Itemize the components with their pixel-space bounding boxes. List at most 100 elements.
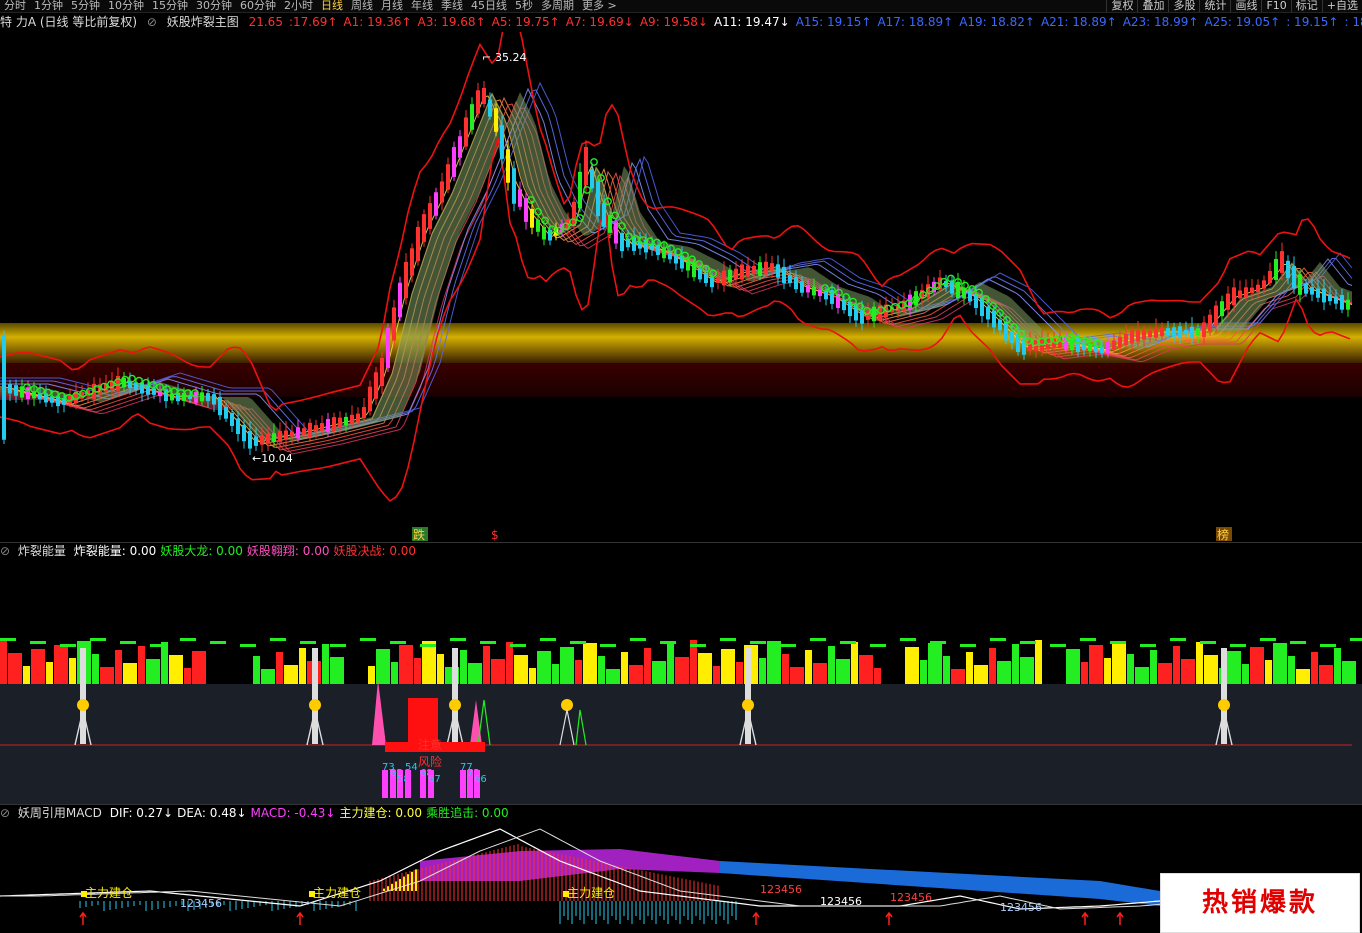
- candle-body: [272, 433, 276, 443]
- period-tab[interactable]: 1分钟: [30, 0, 67, 12]
- candle-body: [842, 299, 846, 311]
- energy-bar: [54, 645, 68, 684]
- energy-bar: [1104, 658, 1111, 684]
- high-price-label: 35.24: [495, 51, 527, 64]
- energy-cap: [300, 641, 316, 644]
- period-tab[interactable]: 分时: [0, 0, 30, 12]
- period-tab[interactable]: 年线: [407, 0, 437, 12]
- energy-cap: [1080, 638, 1096, 641]
- collapse-icon[interactable]: ⊘: [0, 544, 10, 558]
- number-label: 54: [405, 762, 418, 773]
- period-tab[interactable]: 10分钟: [104, 0, 148, 12]
- candle-body: [212, 394, 216, 405]
- candle-body: [230, 413, 234, 426]
- candle-body: [686, 261, 690, 271]
- candle-body: [494, 108, 498, 132]
- candle-body: [476, 90, 480, 114]
- risk-label-attention: 注意: [418, 737, 442, 752]
- period-tab[interactable]: 15分钟: [148, 0, 192, 12]
- toolbar-button[interactable]: F10: [1261, 0, 1290, 12]
- energy-cap: [1140, 644, 1156, 647]
- energy-cap: [120, 641, 136, 644]
- main-value: A1: 19.36↑: [343, 15, 412, 29]
- candle-body: [728, 269, 732, 283]
- period-tab[interactable]: 60分钟: [236, 0, 280, 12]
- energy-bar: [1204, 655, 1218, 684]
- macd-indicator-name[interactable]: 妖周引用MACD: [18, 806, 102, 820]
- energy-bar: [836, 659, 850, 684]
- energy-cap: [1350, 638, 1362, 641]
- energy-value: 妖股大龙: 0.00: [160, 544, 243, 558]
- toolbar-button[interactable]: +自选: [1321, 0, 1362, 12]
- energy-bar: [713, 666, 720, 684]
- candle-body: [1118, 336, 1122, 348]
- toolbar-button[interactable]: 画线: [1230, 0, 1261, 12]
- buy-arrow-icon: [1116, 911, 1124, 925]
- candle-body: [596, 181, 600, 217]
- energy-bar: [8, 653, 22, 684]
- number-bar: [460, 770, 466, 798]
- period-tab[interactable]: 周线: [347, 0, 377, 12]
- candle-body: [1220, 301, 1224, 317]
- candle-body: [350, 414, 354, 425]
- toolbar-button[interactable]: 标记: [1290, 0, 1322, 12]
- energy-cap: [1170, 638, 1186, 641]
- period-tab[interactable]: 多周期: [537, 0, 578, 12]
- energy-bar: [46, 662, 53, 684]
- candle-body: [152, 388, 156, 395]
- candle-body: [770, 263, 774, 271]
- energy-bar: [721, 649, 735, 684]
- macd-chart[interactable]: 主力建仓 主力建仓 主力建仓 123456 123456 123456 123456 1234…: [0, 821, 1362, 932]
- candle-body: [752, 265, 756, 275]
- candle-body: [794, 276, 798, 290]
- energy-indicator-name[interactable]: 炸裂能量: [18, 544, 66, 558]
- stock-title[interactable]: 特 力A (日线 等比前复权): [0, 15, 137, 29]
- period-tab[interactable]: 季线: [437, 0, 467, 12]
- collapse-icon[interactable]: ⊘: [147, 15, 157, 29]
- signal-bang: 榜: [1217, 527, 1229, 542]
- toolbar-button[interactable]: 复权: [1106, 0, 1137, 12]
- period-tab[interactable]: 日线: [317, 0, 347, 12]
- period-tab[interactable]: 45日线: [467, 0, 511, 12]
- candle-body: [326, 418, 330, 433]
- energy-cap: [690, 644, 706, 647]
- sequence-label: 123456: [890, 891, 932, 904]
- energy-cap: [240, 644, 256, 647]
- candle-body: [194, 391, 198, 403]
- energy-bar: [782, 654, 789, 684]
- toolbar-button[interactable]: 多股: [1168, 0, 1199, 12]
- smiley-icon: [1218, 699, 1230, 711]
- main-value: A3: 19.68↑: [417, 15, 486, 29]
- macd-value: 乘胜追击: 0.00: [426, 806, 509, 820]
- candle-body: [998, 319, 1002, 331]
- period-tab[interactable]: 月线: [377, 0, 407, 12]
- trend-circle: [583, 186, 591, 194]
- main-kline-chart[interactable]: 35.24 ⌐ ←10.04 跌 $ 榜: [0, 32, 1362, 542]
- candle-body: [1340, 295, 1344, 310]
- toolbar-button[interactable]: 叠加: [1137, 0, 1168, 12]
- candle-body: [224, 406, 228, 419]
- energy-bar: [1081, 662, 1088, 684]
- candle-body: [380, 357, 384, 387]
- buy-arrow-icon: [752, 911, 760, 925]
- promo-badge: 热销爆款: [1160, 873, 1360, 933]
- toolbar-button[interactable]: 统计: [1199, 0, 1230, 12]
- period-tab[interactable]: 30分钟: [192, 0, 236, 12]
- period-tab[interactable]: 更多 >: [578, 0, 621, 12]
- period-tab[interactable]: 2小时: [280, 0, 317, 12]
- main-value: A11: 19.47↓: [713, 15, 790, 29]
- main-value: A5: 19.75↑: [491, 15, 560, 29]
- buy-arrow-icon: [1081, 911, 1089, 925]
- energy-value: 妖股翱翔: 0.00: [246, 544, 330, 558]
- candle-body: [506, 149, 510, 183]
- period-tab[interactable]: 5分钟: [67, 0, 104, 12]
- period-tab[interactable]: 5秒: [511, 0, 537, 12]
- energy-indicator-chart[interactable]: 注意 风险 736558546867777266: [0, 560, 1362, 804]
- main-indicator-name[interactable]: 妖股炸裂主图: [167, 15, 239, 29]
- collapse-icon[interactable]: ⊘: [0, 806, 10, 820]
- energy-indicator-values: 炸裂能量: 0.00 妖股大龙: 0.00 妖股翱翔: 0.00 妖股决战: 0.00: [74, 544, 420, 558]
- main-value: A23: 18.99↑: [1122, 15, 1199, 29]
- candle-body: [254, 436, 258, 446]
- energy-bar: [583, 643, 597, 684]
- energy-bar: [1265, 660, 1272, 684]
